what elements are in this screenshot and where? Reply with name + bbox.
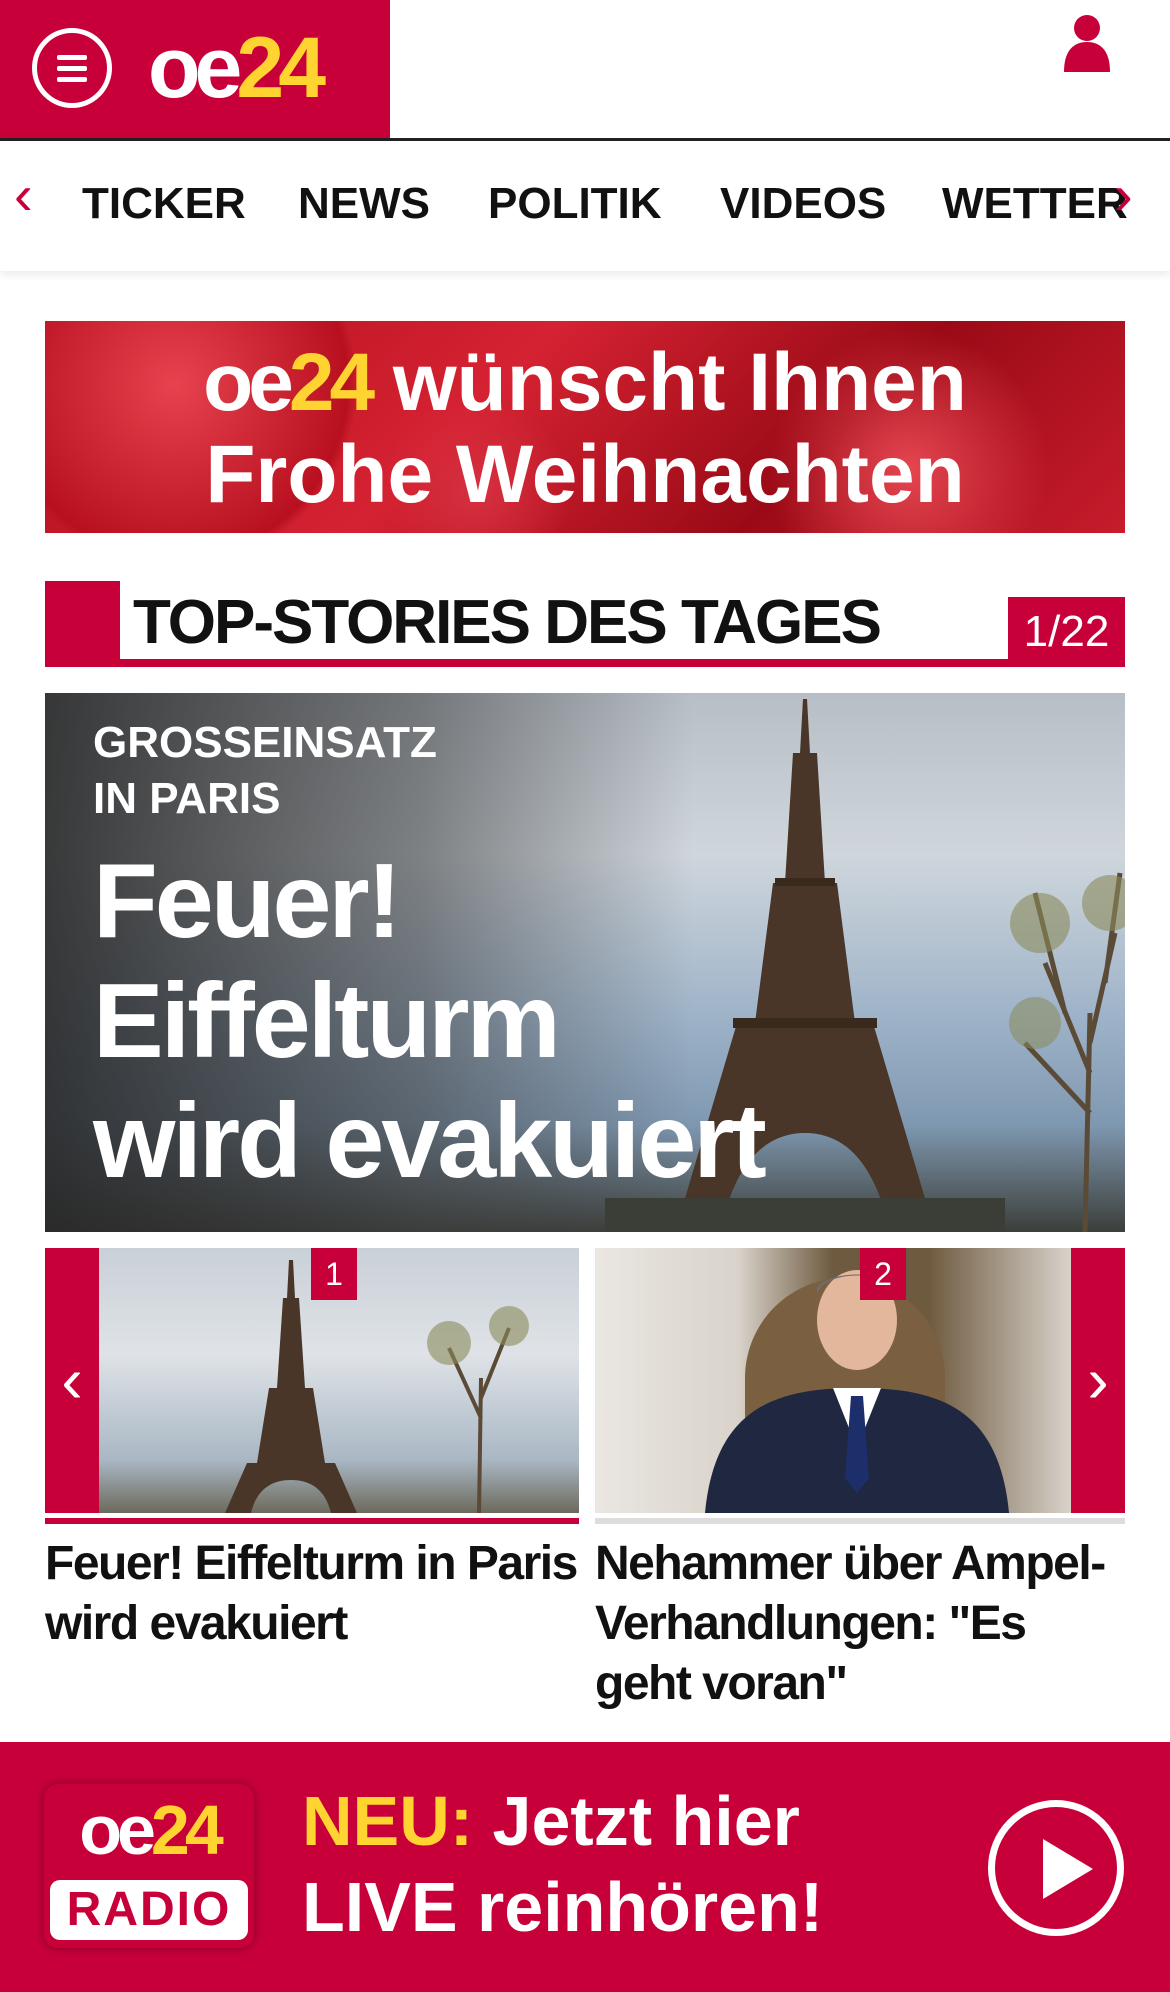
section-title: TOP-STORIES DES TAGES <box>133 588 882 657</box>
thumbnail-1-active-indicator <box>45 1518 579 1524</box>
thumbnail-badge-1: 1 <box>311 1248 357 1300</box>
hero-kicker: GROSSEINSATZ IN PARIS <box>93 715 437 827</box>
tree-image <box>1009 872 1125 1232</box>
category-nav: ‹ TICKER NEWS POLITIK VIDEOS WETTER › <box>0 141 1170 271</box>
nav-scroll-right-icon[interactable]: › <box>1114 167 1133 223</box>
radio-logo-oe24: oe24 <box>44 1790 254 1870</box>
logo-block: oe24 <box>0 0 390 138</box>
site-logo[interactable]: oe24 <box>148 20 326 116</box>
hero-story[interactable]: GROSSEINSATZ IN PARIS Feuer! Eiffelturm … <box>45 693 1125 1232</box>
story-counter: 1/22 <box>1008 597 1125 667</box>
logo-24-text: 24 <box>236 20 326 116</box>
story-caption-1[interactable]: Feuer! Eiffelturm in Paris wird evakuier… <box>45 1534 579 1654</box>
nav-scroll-left-icon[interactable]: ‹ <box>14 167 33 223</box>
radio-logo-oe: oe <box>79 1791 156 1869</box>
menu-line-icon <box>57 55 87 60</box>
top-stories-header: TOP-STORIES DES TAGES 1/22 <box>45 581 1125 667</box>
story-thumbnail-1[interactable]: 1 <box>99 1248 579 1513</box>
hero-headline-line3: wird evakuiert <box>93 1082 767 1200</box>
radio-logo-label: RADIO <box>50 1880 248 1940</box>
banner-logo-24: 24 <box>288 337 375 428</box>
hero-headline-line1: Feuer! <box>93 842 402 960</box>
hamburger-menu-button[interactable] <box>32 28 112 108</box>
banner-logo-oe: oe <box>203 337 294 428</box>
person-portrait-image <box>705 1270 1009 1513</box>
radio-logo: oe24 RADIO <box>44 1784 254 1948</box>
site-header: oe24 <box>0 0 1170 141</box>
nav-item-politik[interactable]: POLITIK <box>488 179 662 229</box>
story-carousel: ‹ 1 2 › <box>45 1248 1125 1518</box>
story-thumbnail-2[interactable]: 2 <box>595 1248 1071 1513</box>
hero-kicker-line1: GROSSEINSATZ <box>93 718 437 767</box>
section-accent-bar <box>45 581 120 667</box>
thumbnail-badge-2: 2 <box>860 1248 906 1300</box>
radio-promo-line1: NEU: Jetzt hier <box>302 1778 800 1864</box>
hero-kicker-line2: IN PARIS <box>93 774 281 823</box>
radio-logo-24: 24 <box>150 1791 224 1869</box>
radio-promo-line2: LIVE reinhören! <box>302 1868 824 1946</box>
carousel-next-button[interactable]: › <box>1071 1248 1125 1513</box>
hero-headline-line2: Eiffelturm <box>93 962 561 1080</box>
user-account-icon[interactable] <box>1062 12 1112 72</box>
banner-line2: Frohe Weihnachten <box>205 429 965 520</box>
hero-headline: Feuer! Eiffelturm wird evakuiert <box>93 841 767 1201</box>
nav-item-videos[interactable]: VIDEOS <box>720 179 886 229</box>
nav-item-wetter[interactable]: WETTER <box>942 179 1128 229</box>
play-icon <box>1043 1839 1093 1899</box>
banner-line1-text: wünscht Ihnen <box>392 337 967 428</box>
radio-promo-line1-text: Jetzt hier <box>473 1782 800 1860</box>
radio-promo-banner[interactable]: oe24 RADIO NEU: Jetzt hier LIVE reinhöre… <box>0 1742 1170 1992</box>
story-caption-2[interactable]: Nehammer über Ampel-Verhandlungen: "Es g… <box>595 1534 1125 1714</box>
banner-line1: oe24 wünscht Ihnen <box>45 335 1125 431</box>
menu-line-icon <box>57 66 87 71</box>
logo-oe-text: oe <box>148 20 242 116</box>
menu-line-icon <box>57 77 87 82</box>
section-underline <box>45 659 1125 667</box>
carousel-prev-button[interactable]: ‹ <box>45 1248 99 1513</box>
christmas-banner[interactable]: oe24 wünscht Ihnen Frohe Weihnachten <box>45 321 1125 533</box>
nav-item-news[interactable]: NEWS <box>298 179 430 229</box>
radio-neu-label: NEU: <box>302 1782 474 1860</box>
play-radio-button[interactable] <box>988 1800 1124 1936</box>
thumbnail-2-indicator <box>595 1518 1125 1524</box>
nav-item-ticker[interactable]: TICKER <box>82 179 246 229</box>
